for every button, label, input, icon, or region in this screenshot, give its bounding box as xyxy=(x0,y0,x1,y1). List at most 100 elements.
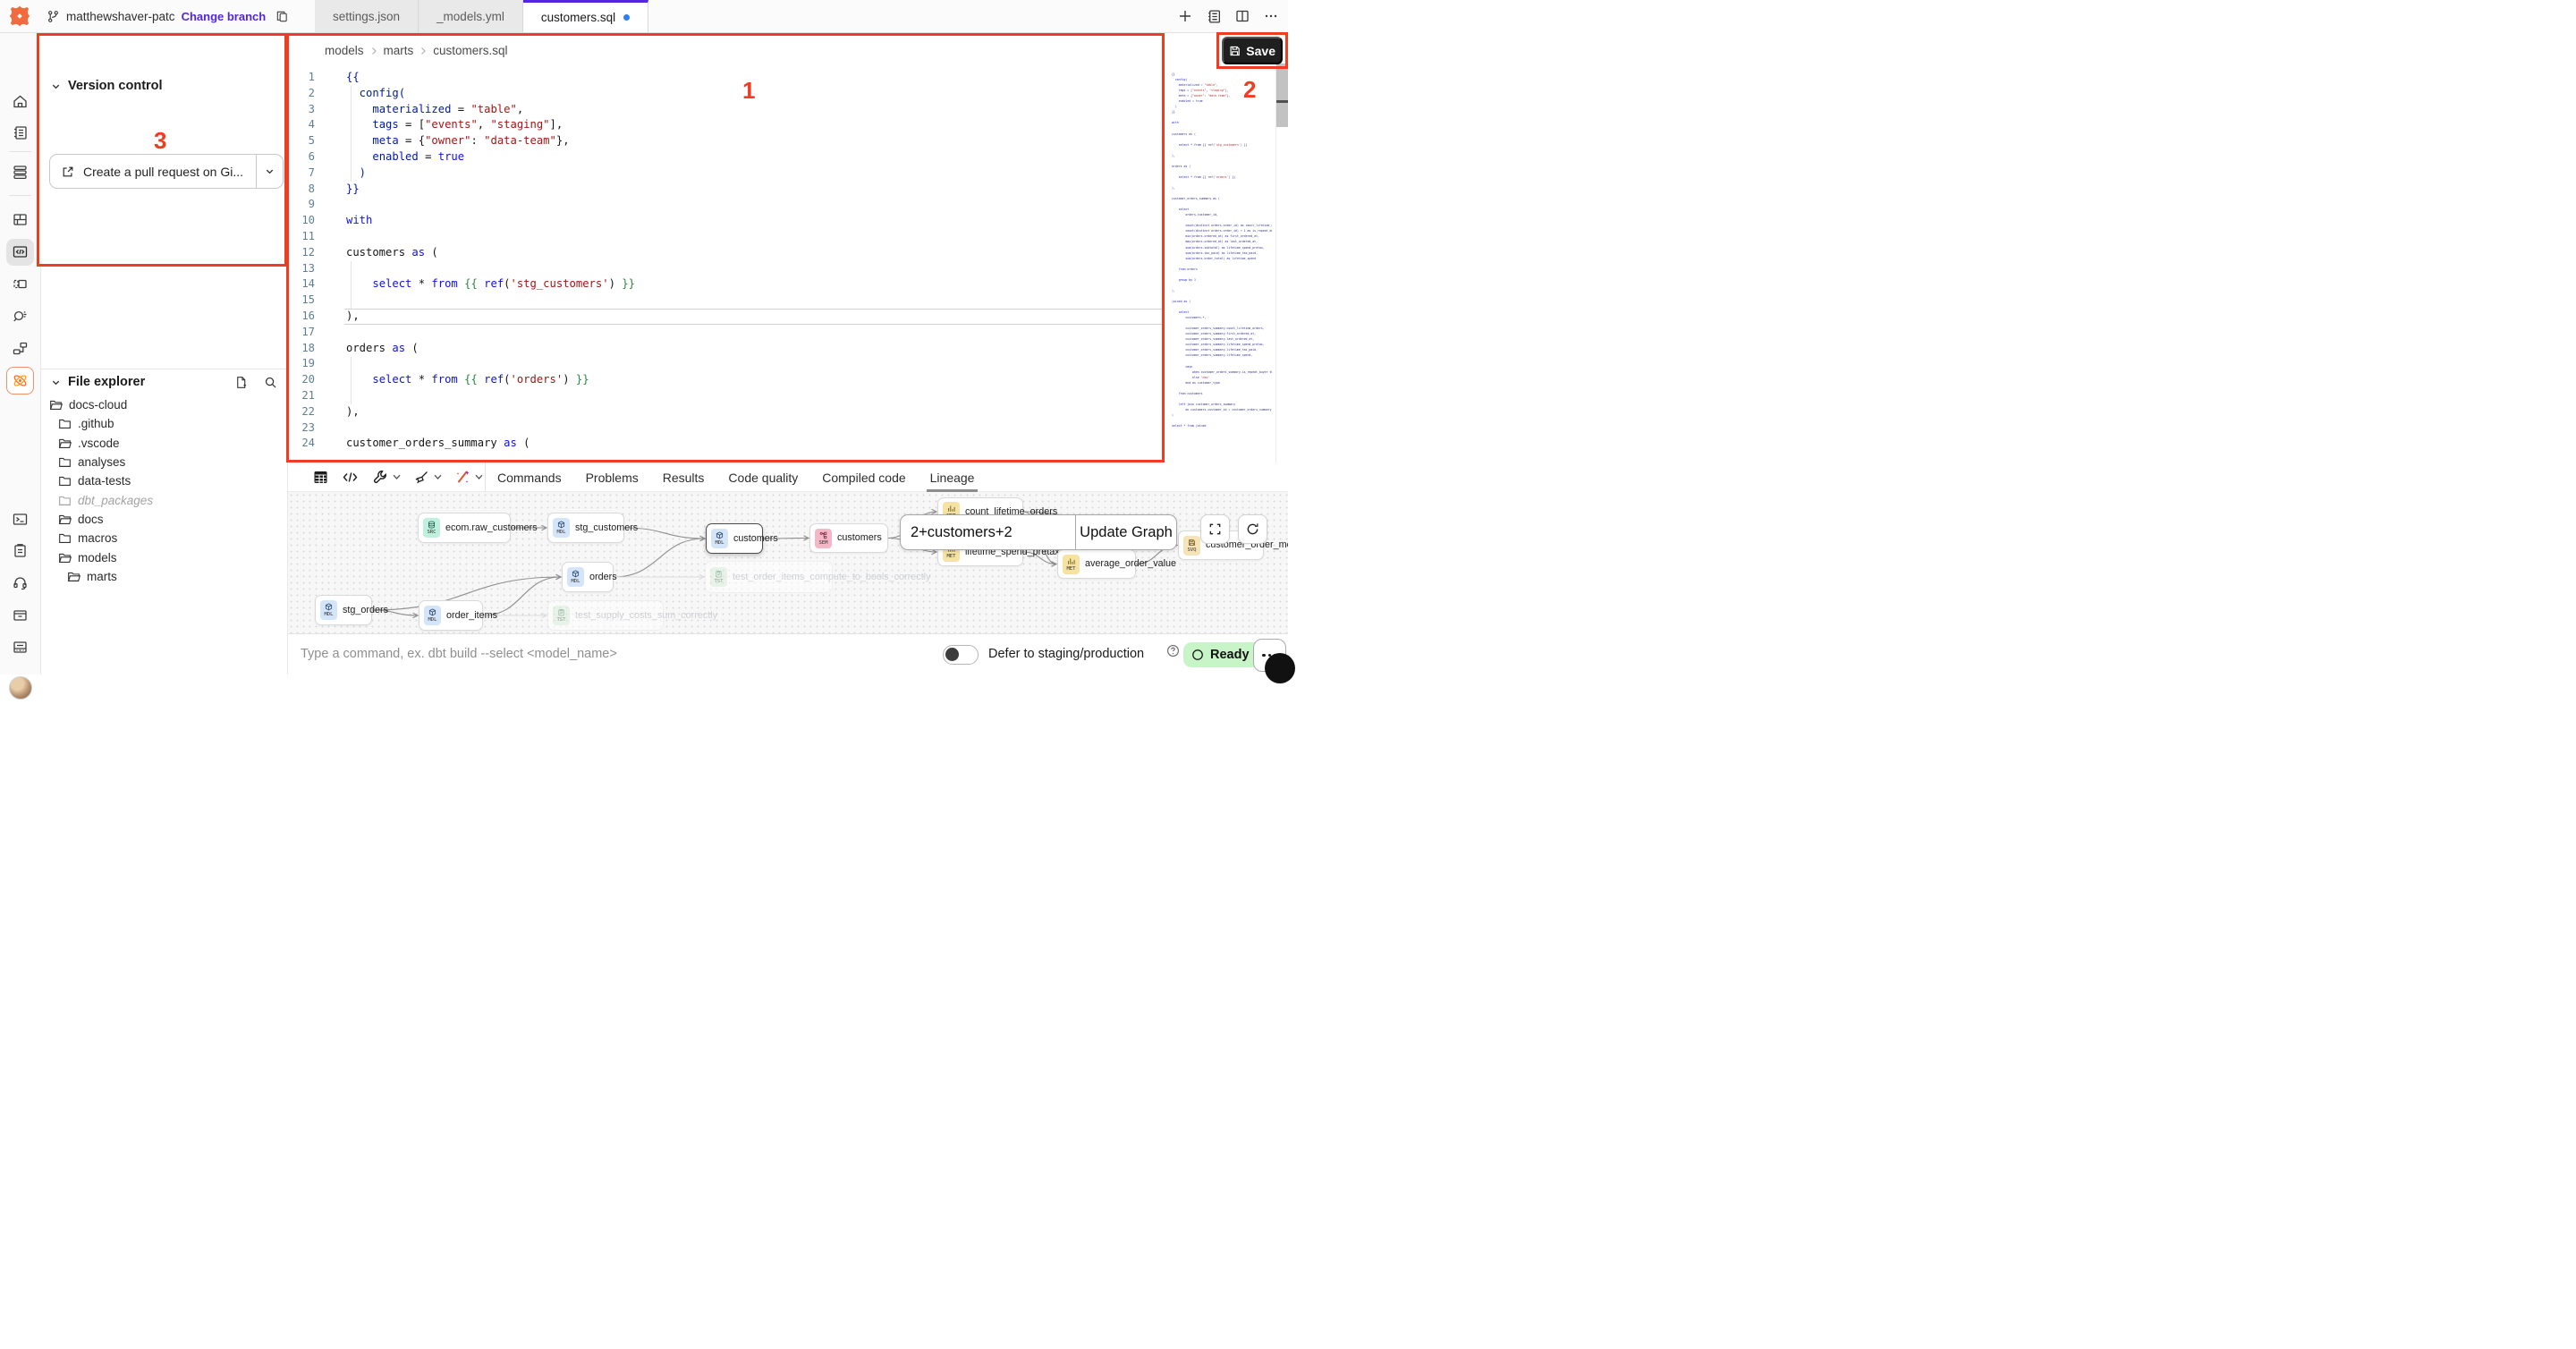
wand-dropdown-chevron-icon[interactable] xyxy=(475,474,483,480)
file-explorer-item-models[interactable]: models xyxy=(40,547,288,566)
panel-tab-results[interactable]: Results xyxy=(663,462,705,492)
lineage-node-customers[interactable]: MDLcustomers xyxy=(706,523,763,554)
defer-toggle[interactable] xyxy=(943,645,979,665)
code-line-10[interactable]: 10with xyxy=(288,213,1174,229)
tab-settings.json[interactable]: settings.json xyxy=(315,0,419,32)
file-explorer-item-marts[interactable]: marts xyxy=(40,567,288,586)
code-line-21[interactable]: 21 xyxy=(288,388,1174,404)
file-explorer-item-docs[interactable]: docs xyxy=(40,510,288,529)
file-explorer-item-dbt_packages[interactable]: dbt_packages xyxy=(40,490,288,509)
breadcrumb-marts[interactable]: marts xyxy=(384,44,414,57)
breadcrumb-file[interactable]: customers.sql xyxy=(433,44,507,57)
chat-bubble-peek[interactable] xyxy=(1265,653,1295,683)
home-icon[interactable] xyxy=(12,93,29,110)
lineage-node-test_supply_costs_sum_correctly[interactable]: TSTtest_supply_costs_sum_correctly xyxy=(547,600,664,631)
code-line-19[interactable]: 19 xyxy=(288,356,1174,372)
storage-icon[interactable] xyxy=(12,639,29,656)
file-explorer-item-.github[interactable]: .github xyxy=(40,414,288,433)
dashboard-grid-icon[interactable] xyxy=(12,211,29,228)
breadcrumb-models[interactable]: models xyxy=(325,44,364,57)
file-explorer-item-docs-cloud[interactable]: docs-cloud xyxy=(40,395,288,414)
lineage-node-test_order_items_compute_to_bools_correctly[interactable]: TSTtest_order_items_compute_to_bools_cor… xyxy=(705,561,833,593)
lineage-node-orders[interactable]: MDLorders xyxy=(562,562,614,592)
new-tab-plus-icon[interactable] xyxy=(1175,6,1195,26)
scrollbar-thumb[interactable] xyxy=(1276,64,1288,127)
lineage-node-customers[interactable]: SEMcustomers xyxy=(809,523,888,553)
code-line-3[interactable]: 3 materialized = "table", xyxy=(288,102,1174,118)
split-pane-icon[interactable] xyxy=(1233,6,1252,26)
panel-tab-commands[interactable]: Commands xyxy=(497,462,562,492)
archive-drawer-icon[interactable] xyxy=(12,607,29,624)
code-line-22[interactable]: 22), xyxy=(288,404,1174,420)
tab-customers.sql[interactable]: customers.sql xyxy=(523,0,648,32)
terminal-icon[interactable] xyxy=(12,511,29,528)
new-file-icon[interactable] xyxy=(234,376,248,389)
lineage-node-stg_orders[interactable]: MDLstg_orders xyxy=(315,595,372,625)
create-pull-request-button[interactable]: Create a pull request on Gi... xyxy=(49,154,284,189)
user-avatar[interactable] xyxy=(9,676,32,700)
save-button[interactable]: Save xyxy=(1222,37,1283,64)
code-line-1[interactable]: 1{{ xyxy=(288,70,1174,86)
dbt-logo-icon[interactable] xyxy=(8,4,31,28)
lineage-node-stg_customers[interactable]: MDLstg_customers xyxy=(547,513,624,543)
panel-tab-compiled-code[interactable]: Compiled code xyxy=(822,462,905,492)
copy-icon[interactable] xyxy=(275,10,289,23)
code-editor[interactable]: models marts customers.sql 1{{2 config(3… xyxy=(288,32,1288,462)
code-editor-icon[interactable] xyxy=(12,243,29,260)
change-branch-link[interactable]: Change branch xyxy=(182,10,267,23)
code-line-7[interactable]: 7 ) xyxy=(288,165,1174,182)
inbox-stack-icon[interactable] xyxy=(12,164,29,181)
refresh-icon[interactable] xyxy=(1238,514,1267,544)
code-line-2[interactable]: 2 config( xyxy=(288,86,1174,102)
code-line-20[interactable]: 20 select * from {{ ref('orders') }} xyxy=(288,372,1174,388)
format-broom-icon[interactable] xyxy=(413,469,430,486)
file-explorer-item-macros[interactable]: macros xyxy=(40,529,288,547)
file-explorer-item-.vscode[interactable]: .vscode xyxy=(40,434,288,453)
flow-icon[interactable] xyxy=(12,340,29,357)
headset-icon[interactable] xyxy=(12,574,29,591)
ai-search-icon[interactable] xyxy=(12,308,29,325)
preview-table-icon[interactable] xyxy=(312,469,329,486)
panel-tab-lineage[interactable]: Lineage xyxy=(930,462,975,492)
code-line-11[interactable]: 11 xyxy=(288,229,1174,245)
code-line-13[interactable]: 13 xyxy=(288,261,1174,277)
tab-_models.yml[interactable]: _models.yml xyxy=(419,0,523,32)
changelog-icon[interactable] xyxy=(1204,6,1224,26)
panel-tab-problems[interactable]: Problems xyxy=(586,462,639,492)
pr-dropdown-chevron-icon[interactable] xyxy=(257,155,283,188)
code-line-6[interactable]: 6 enabled = true xyxy=(288,149,1174,165)
code-line-4[interactable]: 4 tags = ["events", "staging"], xyxy=(288,117,1174,133)
dbt-catalog-icon[interactable] xyxy=(6,367,34,395)
lineage-selector-input[interactable]: 2+customers+2 xyxy=(901,515,1075,549)
code-line-15[interactable]: 15 xyxy=(288,293,1174,309)
code-line-5[interactable]: 5 meta = {"owner": "data-team"}, xyxy=(288,133,1174,149)
code-lines[interactable]: 1{{2 config(3 materialized = "table",4 t… xyxy=(288,70,1174,452)
file-explorer-item-analyses[interactable]: analyses xyxy=(40,453,288,471)
code-line-14[interactable]: 14 select * from {{ ref('stg_customers')… xyxy=(288,276,1174,293)
lineage-node-order_items[interactable]: MDLorder_items xyxy=(419,600,483,631)
code-line-16[interactable]: 16), xyxy=(288,309,1174,325)
code-line-23[interactable]: 23 xyxy=(288,420,1174,437)
code-line-17[interactable]: 17 xyxy=(288,325,1174,341)
minimap[interactable]: {{ config( materialized = "table", tags … xyxy=(1172,72,1272,431)
more-options-icon[interactable] xyxy=(1261,6,1281,26)
code-line-9[interactable]: 9 xyxy=(288,197,1174,213)
file-explorer-item-data-tests[interactable]: data-tests xyxy=(40,471,288,490)
help-icon[interactable] xyxy=(1166,644,1180,658)
chevron-down-icon[interactable] xyxy=(51,378,61,387)
code-line-24[interactable]: 24customer_orders_summary as ( xyxy=(288,436,1174,452)
wrench-dropdown-chevron-icon[interactable] xyxy=(393,474,401,480)
magic-wand-icon[interactable] xyxy=(454,469,471,486)
lineage-canvas[interactable]: SRCecom.raw_customers MDLstg_customers MDL… xyxy=(288,492,1288,633)
notebook-icon[interactable] xyxy=(12,124,29,141)
format-dropdown-chevron-icon[interactable] xyxy=(434,474,442,480)
panel-tab-code-quality[interactable]: Code quality xyxy=(728,462,798,492)
build-wrench-icon[interactable] xyxy=(372,469,389,486)
code-line-8[interactable]: 8}} xyxy=(288,182,1174,198)
code-compile-icon[interactable] xyxy=(342,469,359,486)
command-input[interactable]: Type a command, ex. dbt build --select <… xyxy=(301,647,617,661)
chevron-down-icon[interactable] xyxy=(51,81,61,91)
update-graph-button[interactable]: Update Graph xyxy=(1076,515,1176,549)
lineage-node-ecom.raw_customers[interactable]: SRCecom.raw_customers xyxy=(418,513,511,543)
lineage-node-average_order_value[interactable]: METaverage_order_value xyxy=(1057,549,1136,579)
